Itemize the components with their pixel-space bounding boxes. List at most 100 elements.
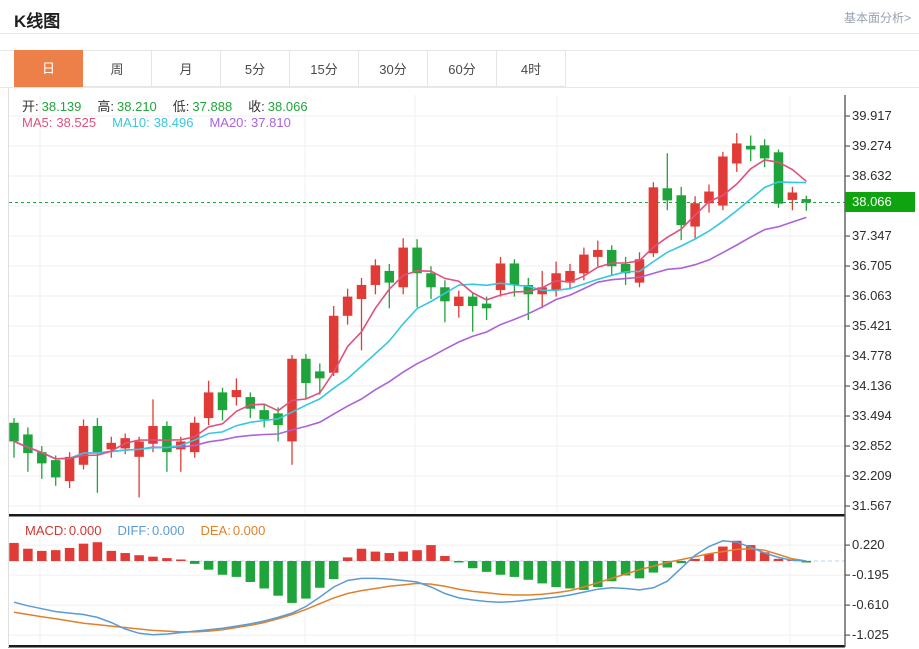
macd-bar <box>120 553 130 561</box>
tab-4时[interactable]: 4时 <box>497 50 566 87</box>
candle-body <box>496 263 506 290</box>
price-tick-label: 34.778 <box>852 347 916 365</box>
price-tick-label: 38.632 <box>852 167 916 185</box>
macd-bar <box>371 552 381 561</box>
macd-bar <box>524 561 534 580</box>
macd-bar <box>385 553 395 561</box>
candle-body <box>718 156 728 205</box>
tab-30分[interactable]: 30分 <box>359 50 428 87</box>
candle-body <box>454 297 464 306</box>
candle-body <box>301 359 311 383</box>
price-tick-label: 39.917 <box>852 107 916 125</box>
ma20-line <box>14 217 806 458</box>
price-tick-label: 39.274 <box>852 137 916 155</box>
macd-bar <box>412 550 422 561</box>
macd-tick-label: -0.195 <box>852 566 916 584</box>
price-tick-label: 36.705 <box>852 257 916 275</box>
candle-body <box>93 426 103 452</box>
macd-bar <box>79 544 89 561</box>
candle-body <box>148 426 158 444</box>
bottom-border <box>8 645 845 648</box>
macd-bar <box>482 561 492 572</box>
price-tick-label: 36.063 <box>852 287 916 305</box>
price-tick-label: 31.567 <box>852 497 916 515</box>
price-tick-label: 35.421 <box>852 317 916 335</box>
ma-legend: MA5:38.525MA10:38.496MA20:37.810 <box>22 115 307 130</box>
candle-body <box>315 371 325 378</box>
period-tabs: 日周月5分15分30分60分4时 <box>14 50 566 87</box>
candle-body <box>357 285 367 299</box>
macd-bar <box>51 550 61 561</box>
macd-bar <box>718 547 728 561</box>
dea-legend: DEA:0.000 <box>200 523 265 538</box>
macd-bar <box>162 558 172 561</box>
macd-bar <box>37 551 47 561</box>
tab-5分[interactable]: 5分 <box>221 50 290 87</box>
panel-separator <box>8 514 845 517</box>
macd-bar <box>190 561 200 564</box>
macd-bar <box>65 548 75 561</box>
diff-legend: DIFF:0.000 <box>117 523 184 538</box>
candle-body <box>788 192 798 199</box>
candle-body <box>663 188 673 200</box>
macd-bar <box>468 561 478 568</box>
tabbar-bottom-border <box>0 87 919 88</box>
candle-body <box>746 146 756 150</box>
macd-bar <box>204 561 214 570</box>
macd-tick-label: -1.025 <box>852 626 916 644</box>
ma5-line <box>14 160 806 459</box>
macd-bar <box>426 545 436 561</box>
candle-body <box>426 273 436 287</box>
macd-tick-label: 0.220 <box>852 536 916 554</box>
macd-bar <box>774 559 784 561</box>
tab-周[interactable]: 周 <box>83 50 152 87</box>
macd-legend: MACD:0.000DIFF:0.000DEA:0.000 <box>25 523 281 538</box>
price-tick-label: 32.852 <box>852 437 916 455</box>
candle-body <box>259 410 269 419</box>
candle-body <box>802 199 812 202</box>
tab-60分[interactable]: 60分 <box>428 50 497 87</box>
page-title: K线图 <box>14 7 60 32</box>
macd-bar <box>176 560 186 562</box>
candle-body <box>649 187 659 253</box>
ma5-legend: MA5:38.525 <box>22 115 96 130</box>
ohlc-legend: 开:38.139高:38.210低:37.888收:38.066 <box>22 96 324 115</box>
macd-bar <box>315 561 325 588</box>
macd-bar <box>148 557 158 561</box>
macd-bar <box>565 561 575 588</box>
candle-body <box>79 426 89 465</box>
macd-bar <box>301 561 311 599</box>
candle-body <box>204 392 214 418</box>
macd-tick-label: -0.610 <box>852 596 916 614</box>
diff-line <box>14 541 806 635</box>
candle-body <box>468 297 478 306</box>
macd-bar <box>134 555 144 561</box>
candle-body <box>760 145 770 158</box>
macd-bar <box>440 556 450 561</box>
candle-body <box>329 316 339 373</box>
fundamental-analysis-link[interactable]: 基本面分析> <box>844 9 911 26</box>
candle-body <box>371 265 381 285</box>
candle-body <box>218 392 228 410</box>
candle-body <box>676 195 686 225</box>
tab-日[interactable]: 日 <box>14 50 83 87</box>
candle-body <box>65 457 75 481</box>
candle-body <box>232 390 242 397</box>
macd-bar <box>398 552 408 561</box>
macd-bar <box>676 561 686 563</box>
candle-body <box>732 143 742 163</box>
close-value: 收:38.066 <box>248 99 307 114</box>
candle-body <box>440 287 450 301</box>
macd-bar <box>23 549 33 561</box>
candle-body <box>9 423 19 442</box>
candle-body <box>774 152 784 203</box>
price-tick-label: 34.136 <box>852 377 916 395</box>
tab-月[interactable]: 月 <box>152 50 221 87</box>
tab-15分[interactable]: 15分 <box>290 50 359 87</box>
header-divider <box>0 33 919 34</box>
price-tick-label: 37.347 <box>852 227 916 245</box>
candle-body <box>343 297 353 316</box>
macd-bar <box>287 561 297 603</box>
candle-body <box>482 304 492 309</box>
macd-bar <box>93 542 103 561</box>
